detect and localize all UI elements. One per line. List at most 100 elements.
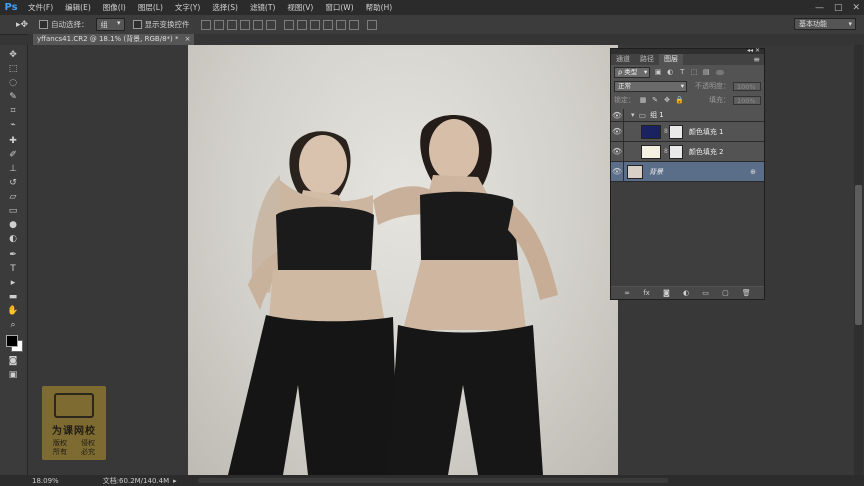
- lock-all-icon[interactable]: 🔒: [675, 96, 684, 104]
- menu-file[interactable]: 文件(F): [22, 2, 59, 13]
- filter-toggle[interactable]: [716, 69, 725, 75]
- distribute-vcenter-icon[interactable]: [296, 19, 307, 30]
- eraser-tool-icon[interactable]: ▱: [6, 191, 20, 203]
- status-arrow-icon[interactable]: ▸: [173, 477, 177, 485]
- opacity-field[interactable]: 100%: [733, 81, 761, 91]
- menu-filter[interactable]: 滤镜(T): [244, 2, 281, 13]
- align-hcenter-icon[interactable]: [252, 19, 263, 30]
- tab-channels[interactable]: 通道: [611, 54, 635, 65]
- group-expand-arrow-icon[interactable]: ▾: [631, 111, 635, 119]
- fill-field[interactable]: 100%: [733, 95, 761, 105]
- visibility-eye-icon[interactable]: 👁: [611, 167, 623, 176]
- visibility-eye-icon[interactable]: 👁: [611, 127, 623, 136]
- mask-thumbnail[interactable]: [668, 124, 683, 139]
- menu-select[interactable]: 选择(S): [206, 2, 244, 13]
- fill-thumbnail[interactable]: [641, 124, 661, 139]
- move-tool-icon[interactable]: ✥: [6, 49, 20, 61]
- mask-icon[interactable]: ◙: [663, 289, 670, 297]
- fill-thumbnail[interactable]: [641, 144, 661, 159]
- move-tool-preset-icon[interactable]: ▸✥: [16, 20, 28, 30]
- history-brush-tool-icon[interactable]: ↺: [6, 177, 20, 189]
- background-thumbnail[interactable]: [627, 164, 643, 179]
- vertical-scrollbar-thumb[interactable]: [855, 185, 862, 325]
- menu-layer[interactable]: 图层(L): [132, 2, 169, 13]
- healing-brush-tool-icon[interactable]: ✚: [6, 135, 20, 147]
- align-vcenter-icon[interactable]: [213, 19, 224, 30]
- lasso-tool-icon[interactable]: ◌: [6, 77, 20, 89]
- maximize-button[interactable]: □: [834, 3, 843, 13]
- distribute-right-icon[interactable]: [348, 19, 359, 30]
- menu-view[interactable]: 视图(V): [281, 2, 319, 13]
- crop-tool-icon[interactable]: ⌗: [6, 105, 20, 117]
- tab-layers[interactable]: 图层: [659, 54, 683, 65]
- align-bottom-icon[interactable]: [226, 19, 237, 30]
- quick-mask-icon[interactable]: ◙: [6, 355, 20, 367]
- align-top-icon[interactable]: [200, 19, 211, 30]
- eyedropper-tool-icon[interactable]: ⌁: [6, 119, 20, 131]
- tab-paths[interactable]: 路径: [635, 54, 659, 65]
- new-layer-icon[interactable]: ▢: [722, 289, 729, 297]
- lock-position-icon[interactable]: ✥: [663, 96, 671, 104]
- panel-collapse-icon[interactable]: ◂◂ ✕: [747, 47, 760, 54]
- document-size-info[interactable]: 文档:60.2M/140.4M: [103, 476, 169, 486]
- auto-select-dropdown[interactable]: 组: [95, 18, 125, 31]
- menu-help[interactable]: 帮助(H): [360, 2, 399, 13]
- layer-row-color-fill-1[interactable]: 👁 8 颜色填充 1: [611, 122, 764, 142]
- zoom-level[interactable]: 18.09%: [32, 477, 59, 485]
- workspace-dropdown[interactable]: 基本功能: [794, 18, 856, 30]
- lock-image-icon[interactable]: ✎: [651, 96, 659, 104]
- layer-row-group-1[interactable]: 👁 ▾ ▭ 组 1: [611, 109, 764, 122]
- minimize-button[interactable]: —: [815, 3, 824, 13]
- hand-tool-icon[interactable]: ✋: [6, 305, 20, 317]
- dodge-tool-icon[interactable]: ◐: [6, 233, 20, 245]
- link-icon[interactable]: ∞: [624, 289, 630, 297]
- mask-thumbnail[interactable]: [668, 144, 683, 159]
- menu-type[interactable]: 文字(Y): [169, 2, 206, 13]
- menu-window[interactable]: 窗口(W): [319, 2, 359, 13]
- type-tool-icon[interactable]: T: [6, 263, 20, 275]
- brush-tool-icon[interactable]: ✐: [6, 149, 20, 161]
- align-right-icon[interactable]: [265, 19, 276, 30]
- distribute-hcenter-icon[interactable]: [335, 19, 346, 30]
- filter-smart-object-icon[interactable]: ▤: [702, 68, 710, 76]
- quick-select-tool-icon[interactable]: ✎: [6, 91, 20, 103]
- document-canvas[interactable]: [188, 45, 618, 475]
- trash-icon[interactable]: 🗑: [742, 289, 751, 297]
- shape-tool-icon[interactable]: ▬: [6, 291, 20, 303]
- clone-stamp-tool-icon[interactable]: ⊥: [6, 163, 20, 175]
- marquee-tool-icon[interactable]: ⬚: [6, 63, 20, 75]
- filter-shape-icon[interactable]: ⬚: [690, 68, 698, 76]
- blur-tool-icon[interactable]: ●: [6, 219, 20, 231]
- filter-pixel-icon[interactable]: ▣: [654, 68, 662, 76]
- blend-mode-dropdown[interactable]: 正常: [614, 80, 687, 92]
- auto-select-checkbox[interactable]: [39, 20, 49, 29]
- visibility-eye-icon[interactable]: 👁: [611, 111, 623, 120]
- align-left-icon[interactable]: [239, 19, 250, 30]
- distribute-left-icon[interactable]: [322, 19, 333, 30]
- document-tab[interactable]: yffancs41.CR2 @ 18.1% (背景, RGB/8*) * ×: [33, 34, 195, 45]
- panel-menu-icon[interactable]: ≡: [753, 54, 760, 65]
- layer-row-background[interactable]: 👁 背景 ⊕: [611, 162, 764, 182]
- lock-transparent-icon[interactable]: ▦: [639, 96, 647, 104]
- distribute-top-icon[interactable]: [283, 19, 294, 30]
- distribute-bottom-icon[interactable]: [309, 19, 320, 30]
- screen-mode-icon[interactable]: ▣: [6, 369, 20, 381]
- close-document-icon[interactable]: ×: [185, 34, 191, 45]
- foreground-color-swatch[interactable]: [6, 335, 18, 347]
- visibility-eye-icon[interactable]: 👁: [611, 147, 623, 156]
- close-button[interactable]: ✕: [852, 3, 860, 13]
- layer-filter-kind-dropdown[interactable]: ρ 类型: [614, 66, 651, 78]
- layer-row-color-fill-2[interactable]: 👁 8 颜色填充 2: [611, 142, 764, 162]
- filter-type-icon[interactable]: T: [678, 68, 686, 76]
- fx-icon[interactable]: fx: [643, 289, 650, 297]
- adjustment-icon[interactable]: ◐: [683, 289, 689, 297]
- auto-align-icon[interactable]: [366, 19, 377, 30]
- folder-icon[interactable]: ▭: [702, 289, 709, 297]
- path-select-tool-icon[interactable]: ▸: [6, 277, 20, 289]
- gradient-tool-icon[interactable]: ▭: [6, 205, 20, 217]
- pen-tool-icon[interactable]: ✒: [6, 249, 20, 261]
- horizontal-scrollbar[interactable]: [198, 478, 668, 483]
- show-transform-checkbox[interactable]: [132, 20, 142, 29]
- zoom-tool-icon[interactable]: ⌕: [6, 319, 20, 331]
- menu-edit[interactable]: 编辑(E): [59, 2, 97, 13]
